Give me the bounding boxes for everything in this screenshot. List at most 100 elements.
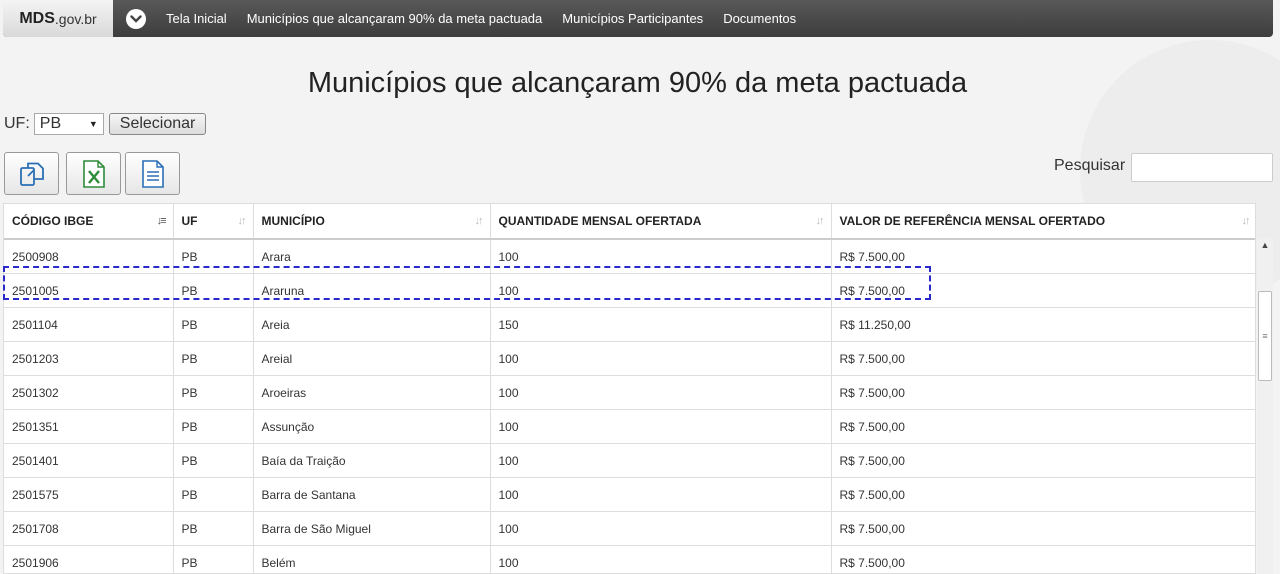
nav-link-tela-inicial[interactable]: Tela Inicial bbox=[166, 11, 227, 26]
col-header-label: QUANTIDADE MENSAL OFERTADA bbox=[498, 214, 702, 228]
cell-codigo-ibge: 2501708 bbox=[4, 511, 174, 546]
sort-icon: ↓↑ bbox=[815, 215, 825, 227]
results-table: CÓDIGO IBGE ↓≡ UF ↓↑ MUNICÍPIO ↓↑ QUANTIDAD… bbox=[3, 203, 1256, 574]
cell-valor: R$ 7.500,00 bbox=[831, 341, 1255, 376]
uf-select[interactable]: PB ▼ bbox=[33, 113, 104, 135]
col-header-label: VALOR DE REFERÊNCIA MENSAL OFERTADO bbox=[839, 214, 1106, 228]
col-header-uf[interactable]: UF ↓↑ bbox=[173, 204, 254, 240]
col-header-codigo-ibge[interactable]: CÓDIGO IBGE ↓≡ bbox=[4, 204, 174, 240]
cell-valor: R$ 7.500,00 bbox=[831, 239, 1255, 274]
sort-icon: ↓↑ bbox=[1241, 215, 1251, 227]
table-row[interactable]: 2501401 PB Baía da Traição 100 R$ 7.500,00 bbox=[4, 443, 1255, 478]
table-header-row: CÓDIGO IBGE ↓≡ UF ↓↑ MUNICÍPIO ↓↑ QUANTIDAD… bbox=[4, 204, 1255, 240]
uf-label: UF: bbox=[4, 115, 30, 132]
csv-export-button[interactable] bbox=[125, 152, 180, 195]
nav-link-municipios-participantes[interactable]: Municípios Participantes bbox=[562, 11, 703, 26]
cell-uf: PB bbox=[173, 477, 254, 512]
table-row[interactable]: 2501708 PB Barra de São Miguel 100 R$ 7.500,… bbox=[4, 511, 1255, 546]
table-row[interactable]: 2501575 PB Barra de Santana 100 R$ 7.500,00 bbox=[4, 477, 1255, 512]
uf-filter: UF: PB ▼ Selecionar bbox=[4, 113, 207, 135]
uf-select-value: PB bbox=[39, 115, 62, 132]
cell-quantidade: 100 bbox=[490, 375, 832, 410]
document-icon bbox=[141, 159, 164, 188]
cell-codigo-ibge: 2501351 bbox=[4, 409, 174, 444]
scroll-up-arrow-icon[interactable]: ▲ bbox=[1257, 240, 1273, 250]
cell-municipio: Areia bbox=[253, 307, 491, 342]
cell-valor: R$ 7.500,00 bbox=[831, 477, 1255, 512]
cell-valor: R$ 7.500,00 bbox=[831, 273, 1255, 308]
cell-municipio: Areial bbox=[253, 341, 491, 376]
search-input[interactable] bbox=[1131, 153, 1273, 182]
brand-bold-text: MDS bbox=[19, 9, 55, 27]
cell-valor: R$ 7.500,00 bbox=[831, 511, 1255, 546]
cell-quantidade: 150 bbox=[490, 307, 832, 342]
cell-uf: PB bbox=[173, 545, 254, 573]
nav-link-municipios-meta[interactable]: Municípios que alcançaram 90% da meta pa… bbox=[247, 11, 543, 26]
cell-municipio: Araruna bbox=[253, 273, 491, 308]
table-row[interactable]: 2500908 PB Arara 100 R$ 7.500,00 bbox=[4, 239, 1255, 274]
cell-codigo-ibge: 2501203 bbox=[4, 341, 174, 376]
cell-quantidade: 100 bbox=[490, 443, 832, 478]
cell-municipio: Baía da Traição bbox=[253, 443, 491, 478]
cell-valor: R$ 7.500,00 bbox=[831, 409, 1255, 444]
cell-uf: PB bbox=[173, 443, 254, 478]
sort-icon: ↓↑ bbox=[474, 215, 484, 227]
dropdown-arrow-icon: ▼ bbox=[88, 119, 98, 129]
cell-uf: PB bbox=[173, 409, 254, 444]
brand-light-text: .gov.br bbox=[54, 10, 97, 27]
cell-quantidade: 100 bbox=[490, 511, 832, 546]
cell-municipio: Barra de São Miguel bbox=[253, 511, 491, 546]
cell-uf: PB bbox=[173, 341, 254, 376]
copy-button[interactable] bbox=[4, 152, 59, 195]
cell-uf: PB bbox=[173, 511, 254, 546]
cell-codigo-ibge: 2501005 bbox=[4, 273, 174, 308]
cell-codigo-ibge: 2501906 bbox=[4, 545, 174, 573]
table-row[interactable]: 2501005 PB Araruna 100 R$ 7.500,00 bbox=[4, 273, 1255, 308]
cell-municipio: Barra de Santana bbox=[253, 477, 491, 512]
excel-icon bbox=[82, 159, 105, 188]
table-row[interactable]: 2501104 PB Areia 150 R$ 11.250,00 bbox=[4, 307, 1255, 342]
cell-codigo-ibge: 2501575 bbox=[4, 477, 174, 512]
cell-codigo-ibge: 2501104 bbox=[4, 307, 174, 342]
cell-valor: R$ 7.500,00 bbox=[831, 443, 1255, 478]
col-header-valor[interactable]: VALOR DE REFERÊNCIA MENSAL OFERTADO ↓↑ bbox=[831, 204, 1255, 240]
nav-link-documentos[interactable]: Documentos bbox=[723, 11, 796, 26]
cell-codigo-ibge: 2500908 bbox=[4, 239, 174, 274]
cell-valor: R$ 7.500,00 bbox=[831, 375, 1255, 410]
copy-icon bbox=[19, 162, 44, 186]
navbar: MDS .gov.br Tela Inicial Municípios que a… bbox=[3, 0, 1273, 37]
cell-quantidade: 100 bbox=[490, 273, 832, 308]
cell-codigo-ibge: 2501401 bbox=[4, 443, 174, 478]
cell-quantidade: 100 bbox=[490, 409, 832, 444]
cell-uf: PB bbox=[173, 307, 254, 342]
cell-quantidade: 100 bbox=[490, 239, 832, 274]
col-header-label: UF bbox=[181, 214, 198, 228]
cell-valor: R$ 11.250,00 bbox=[831, 307, 1255, 342]
col-header-label: CÓDIGO IBGE bbox=[12, 214, 94, 228]
page: MDS .gov.br Tela Inicial Municípios que a… bbox=[0, 0, 1280, 574]
cell-quantidade: 100 bbox=[490, 545, 832, 573]
table-row[interactable]: 2501302 PB Aroeiras 100 R$ 7.500,00 bbox=[4, 375, 1255, 410]
chevron-down-icon[interactable] bbox=[126, 8, 146, 29]
cell-valor: R$ 7.500,00 bbox=[831, 545, 1255, 573]
page-title: Municípios que alcançaram 90% da meta pa… bbox=[307, 67, 968, 99]
cell-municipio: Belém bbox=[253, 545, 491, 573]
cell-codigo-ibge: 2501302 bbox=[4, 375, 174, 410]
search-label: Pesquisar bbox=[1054, 157, 1126, 174]
brand-logo[interactable]: MDS .gov.br bbox=[3, 0, 113, 37]
cell-uf: PB bbox=[173, 273, 254, 308]
table-row[interactable]: 2501351 PB Assunção 100 R$ 7.500,00 bbox=[4, 409, 1255, 444]
table-row[interactable]: 2501203 PB Areial 100 R$ 7.500,00 bbox=[4, 341, 1255, 376]
table-row[interactable]: 2501906 PB Belém 100 R$ 7.500,00 bbox=[4, 545, 1255, 573]
sort-asc-icon: ↓≡ bbox=[156, 215, 167, 227]
cell-quantidade: 100 bbox=[490, 477, 832, 512]
table-scrollbar[interactable]: ▲ ≡ bbox=[1257, 238, 1273, 574]
col-header-municipio[interactable]: MUNICÍPIO ↓↑ bbox=[253, 204, 491, 240]
cell-uf: PB bbox=[173, 375, 254, 410]
scroll-thumb[interactable]: ≡ bbox=[1258, 291, 1272, 381]
col-header-quantidade[interactable]: QUANTIDADE MENSAL OFERTADA ↓↑ bbox=[490, 204, 832, 240]
cell-municipio: Assunção bbox=[253, 409, 491, 444]
excel-export-button[interactable] bbox=[66, 152, 121, 195]
selecionar-button[interactable]: Selecionar bbox=[108, 113, 207, 135]
cell-municipio: Arara bbox=[253, 239, 491, 274]
